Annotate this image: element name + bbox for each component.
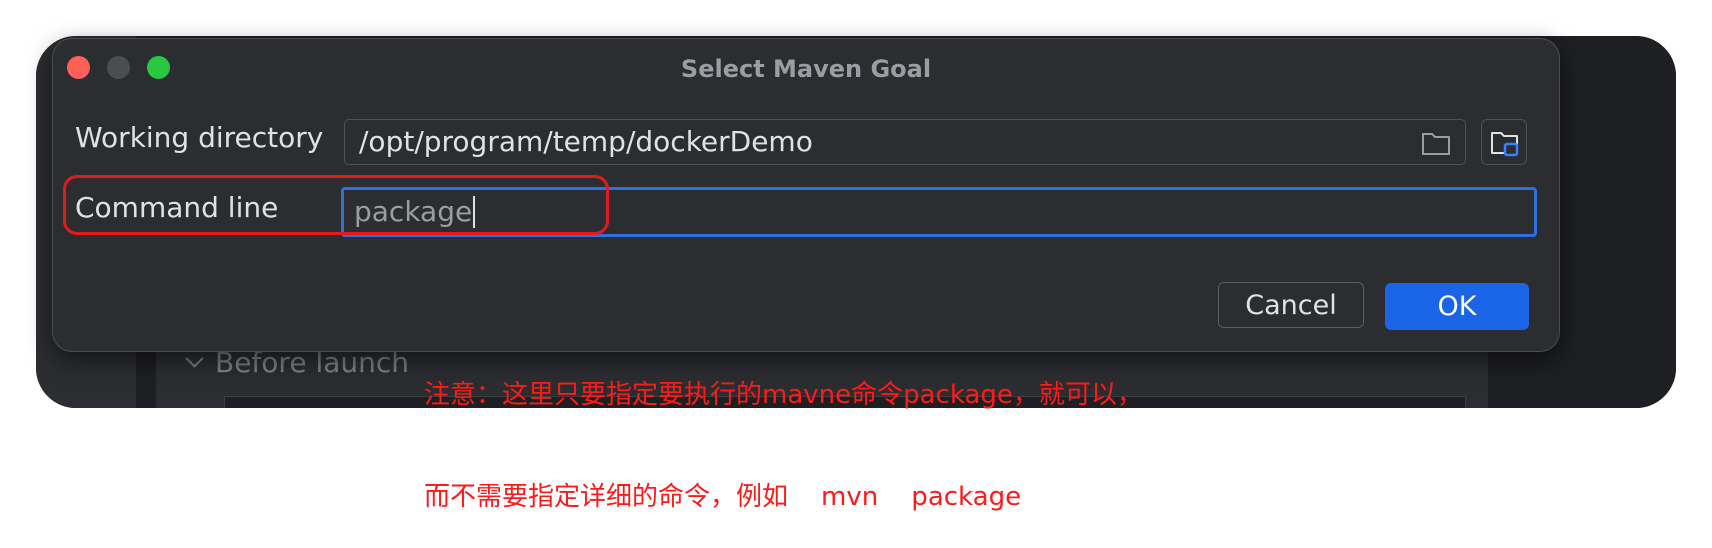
working-directory-label: Working directory	[75, 121, 324, 154]
select-maven-goal-dialog: Select Maven Goal Working directory /opt…	[52, 38, 1560, 352]
chevron-down-icon	[185, 349, 204, 368]
command-line-text: package	[354, 195, 473, 228]
working-directory-value: /opt/program/temp/dockerDemo	[359, 125, 813, 158]
ok-button[interactable]: OK	[1385, 283, 1529, 330]
cancel-button[interactable]: Cancel	[1218, 282, 1364, 328]
annotation-line-2: 而不需要指定详细的命令，例如 mvn package	[424, 482, 1022, 512]
folder-icon[interactable]	[1421, 130, 1451, 156]
command-line-value: package	[354, 194, 476, 230]
annotation-line-1: 注意：这里只要指定要执行的mavne命令package，就可以，	[424, 380, 1143, 410]
text-caret	[473, 196, 476, 228]
browse-folder-icon	[1491, 132, 1519, 157]
working-directory-field[interactable]: /opt/program/temp/dockerDemo	[344, 119, 1466, 165]
dialog-title: Select Maven Goal	[680, 55, 932, 83]
annotation-note: 注意：这里只要指定要执行的mavne命令package，就可以， 而不需要指定详…	[424, 310, 1143, 548]
command-line-label: Command line	[75, 191, 279, 224]
browse-folder-button[interactable]	[1481, 119, 1527, 165]
command-line-input[interactable]: package	[341, 187, 1537, 237]
